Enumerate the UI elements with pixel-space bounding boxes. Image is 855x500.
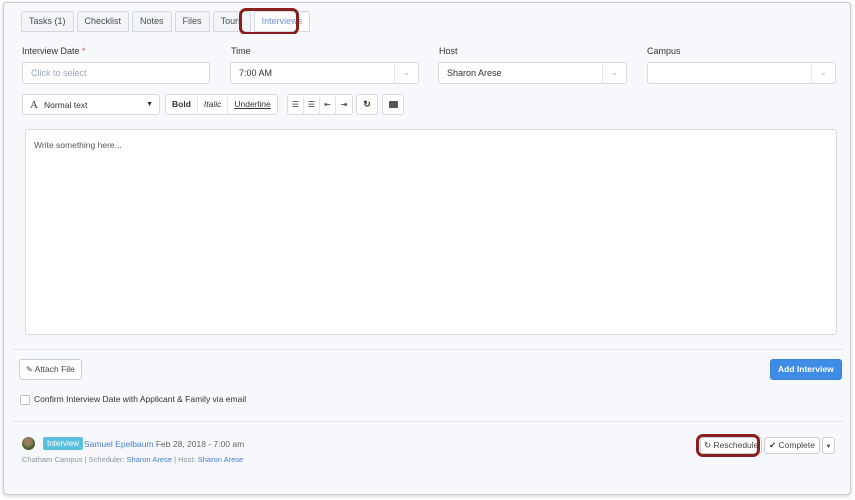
font-style-value: Normal text [43,99,88,110]
chevron-down-icon: ⌄ [811,63,835,83]
campus-text: Chatham Campus [22,455,83,464]
add-interview-button[interactable]: Add Interview [770,359,842,380]
tab-files[interactable]: Files [174,11,210,32]
complete-button[interactable]: ✔ Complete [764,437,820,454]
more-options-button[interactable]: ▼ [822,437,835,454]
scheduler-link[interactable]: Sharon Arese [127,455,172,464]
campus-select[interactable]: ⌄ [647,62,836,84]
unordered-list-icon[interactable]: ☰ [288,95,304,114]
host-select[interactable]: Sharon Arese ⌄ [438,62,627,84]
insert-image-button[interactable] [382,94,404,115]
tab-notes[interactable]: Notes [132,11,172,32]
confirm-checkbox[interactable] [20,395,30,405]
list-format-group: ☰ ☰ ⇤ ⇥ [287,94,353,115]
interview-notes-editor[interactable]: Write something here... [25,129,837,335]
bold-button[interactable]: Bold [166,95,198,114]
image-icon [388,101,398,108]
host-value: Sharon Arese [447,68,502,78]
campus-label: Campus [647,46,681,56]
redo-icon: ↻ [363,99,371,109]
time-label: Time [231,46,251,56]
reschedule-button[interactable]: ↻ Reschedule [700,437,763,454]
interview-title: Samuel Epelbaum Feb 28, 2018 - 7:00 am [84,439,244,449]
caret-down-icon: ▼ [825,444,832,450]
tab-bar: Tasks (1) Checklist Notes Files Tours In… [21,11,311,32]
chevron-down-icon: ⌄ [602,63,626,83]
host-label: Host [439,46,458,56]
window-frame: Tasks (1) Checklist Notes Files Tours In… [3,2,851,495]
interview-date-field[interactable]: Click to select [22,62,210,84]
divider [13,421,843,422]
tab-interviews[interactable]: Interviews [253,11,311,32]
avatar [22,437,35,450]
text-format-group: Bold Italic Underline [165,94,278,115]
attach-file-button[interactable]: ✎ Attach File [19,359,82,380]
paperclip-icon: ✎ [26,365,33,374]
redo-button[interactable]: ↻ [356,94,378,115]
interview-meta: Chatham Campus | Scheduler: Sharon Arese… [22,455,244,464]
check-icon: ✔ [769,440,777,450]
interview-datetime: Feb 28, 2018 - 7:00 am [155,439,245,449]
interview-date-label: Interview Date * [22,46,86,56]
font-icon: A [30,98,38,111]
host-link[interactable]: Sharon Arese [198,455,243,464]
underline-button[interactable]: Underline [228,95,276,114]
time-select[interactable]: 7:00 AM ⌄ [230,62,419,84]
outdent-icon[interactable]: ⇤ [320,95,336,114]
tab-tasks[interactable]: Tasks (1) [21,11,74,32]
divider [13,349,843,350]
indent-icon[interactable]: ⇥ [336,95,352,114]
tab-checklist[interactable]: Checklist [76,11,130,32]
confirm-label: Confirm Interview Date with Applicant & … [34,394,247,404]
italic-button[interactable]: Italic [198,95,229,114]
font-style-select[interactable]: A Normal text ▼ [22,94,160,115]
interview-badge: Interview [43,437,84,450]
refresh-icon: ↻ [704,440,712,450]
ordered-list-icon[interactable]: ☰ [304,95,320,114]
time-value: 7:00 AM [239,68,273,78]
chevron-down-icon: ⌄ [394,63,418,83]
applicant-link[interactable]: Samuel Epelbaum [84,439,153,449]
caret-down-icon: ▼ [146,101,153,108]
tab-tours[interactable]: Tours [212,11,251,32]
